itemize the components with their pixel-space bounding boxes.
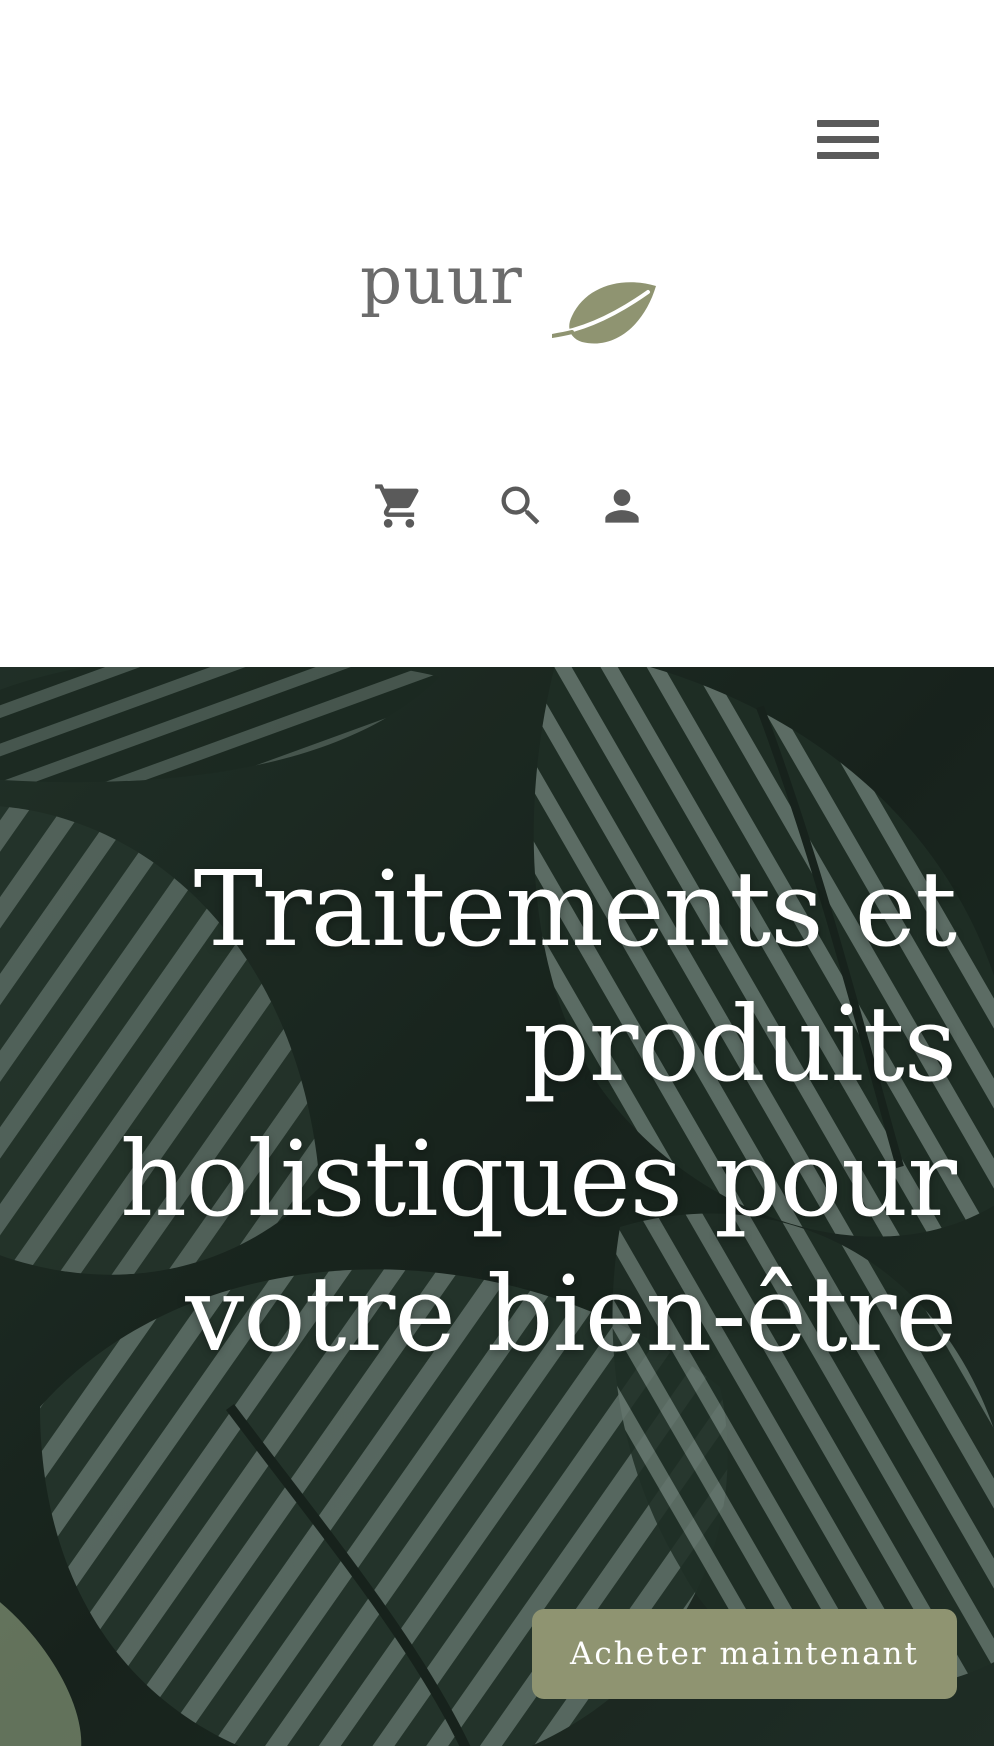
search-icon bbox=[501, 486, 540, 525]
hamburger-menu-icon[interactable] bbox=[817, 116, 879, 164]
site-header: puur bbox=[0, 0, 994, 667]
site-logo[interactable]: puur bbox=[360, 248, 660, 358]
hero-title: Traitements et produits holistiques pour… bbox=[120, 848, 957, 1375]
menu-button[interactable] bbox=[808, 104, 888, 176]
cart-button[interactable] bbox=[369, 478, 429, 534]
account-button[interactable] bbox=[592, 478, 652, 534]
header-actions bbox=[0, 478, 994, 534]
leaf-icon bbox=[552, 282, 656, 344]
account-icon bbox=[605, 489, 639, 523]
logo-text: puur bbox=[360, 242, 523, 319]
page: puur Traitements et produits holistiques… bbox=[0, 0, 994, 1746]
shop-now-button[interactable]: Acheter maintenant bbox=[532, 1609, 957, 1699]
search-button[interactable] bbox=[491, 478, 551, 534]
hero-banner: Traitements et produits holistiques pour… bbox=[0, 667, 994, 1746]
cart-icon bbox=[375, 484, 419, 528]
